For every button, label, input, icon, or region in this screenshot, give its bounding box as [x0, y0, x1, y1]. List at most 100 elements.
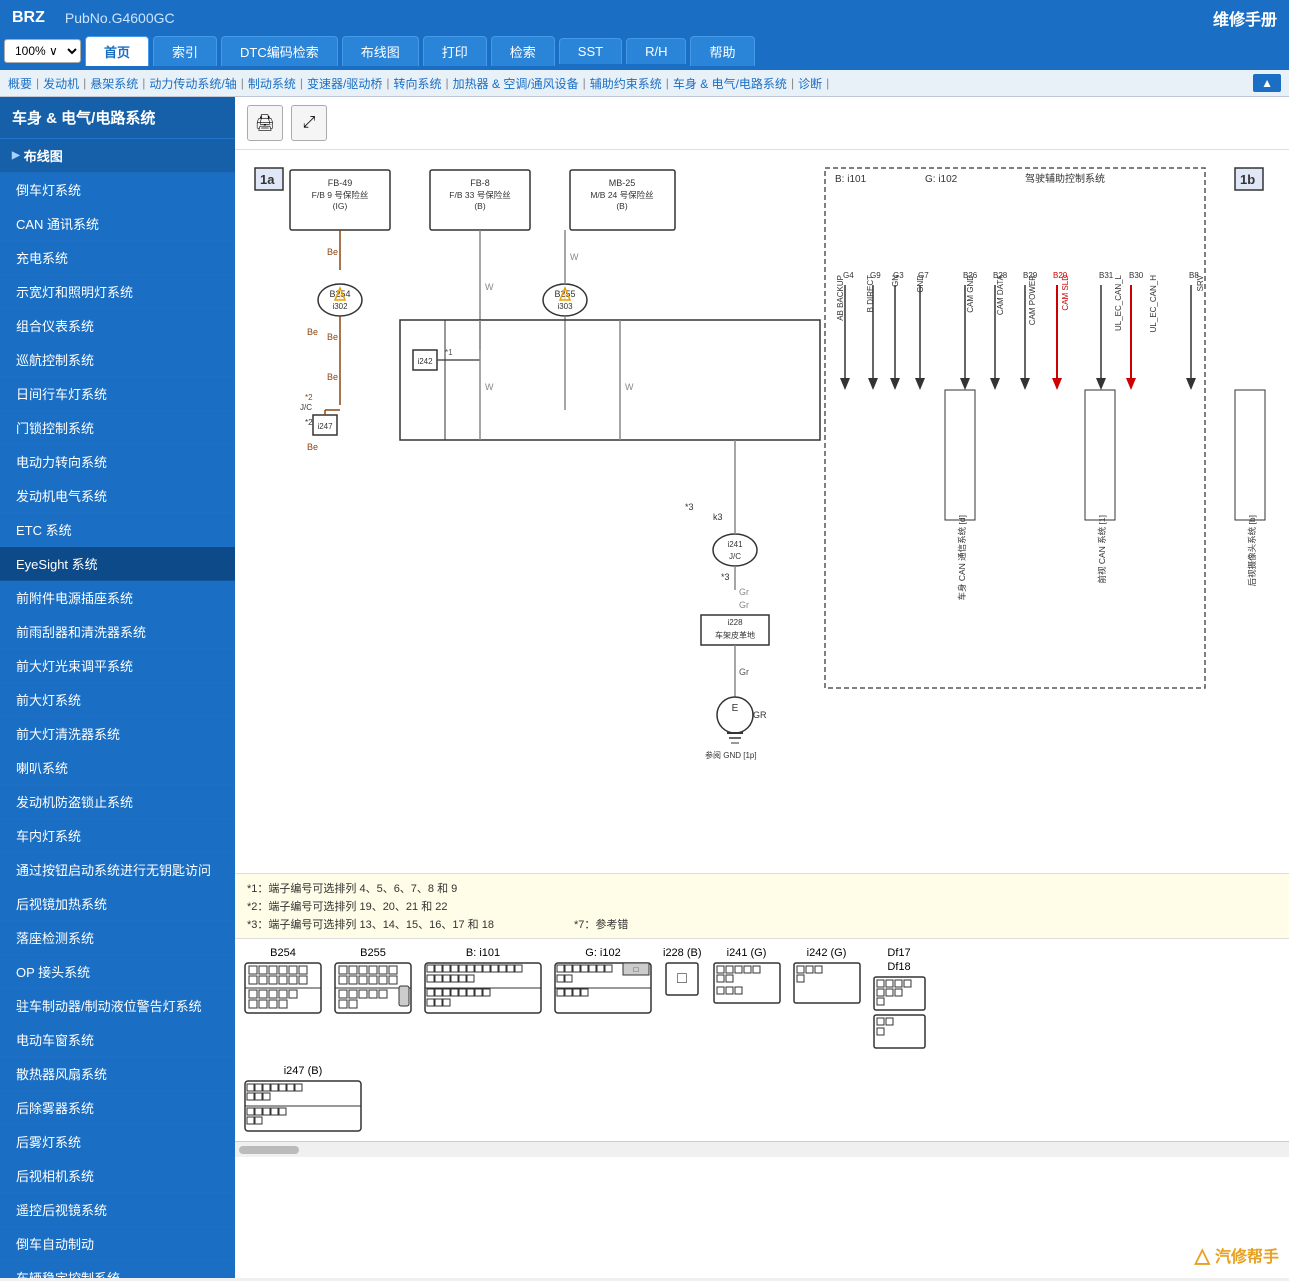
sidebar-item-op-connector[interactable]: OP 接头系统 [0, 955, 235, 989]
svg-text:CAM GND: CAM GND [966, 275, 975, 313]
svg-text:G9: G9 [870, 271, 881, 280]
breadcrumb-item[interactable]: 变速器/驱动桥 [307, 75, 382, 92]
zoom-select[interactable]: 100% ∨ 75% 125% 150% [4, 39, 81, 63]
diagram-area: 1a 1b FB-49 F/B 9 号保险丝 (IG) FB-8 F/B 33 … [235, 150, 1289, 873]
tab-index[interactable]: 索引 [153, 36, 217, 66]
svg-text:□: □ [677, 970, 687, 987]
svg-text:*2: *2 [305, 393, 313, 402]
tab-search[interactable]: 检索 [491, 36, 555, 66]
ground-label: 参阅 GND [1p] [705, 750, 757, 760]
svg-text:GR: GR [753, 710, 767, 720]
sidebar-item-can[interactable]: CAN 通讯系统 [0, 207, 235, 241]
breadcrumb-item[interactable]: 概要 [8, 75, 32, 92]
sidebar-item-daytime-light[interactable]: 日间行车灯系统 [0, 377, 235, 411]
sidebar-item-keyless[interactable]: 通过按钮启动系统进行无钥匙访问 [0, 853, 235, 887]
svg-text:W: W [625, 382, 634, 392]
tab-help[interactable]: 帮助 [690, 36, 754, 66]
tab-sst[interactable]: SST [559, 38, 622, 64]
sidebar-item-eyesight[interactable]: EyeSight 系统 [0, 547, 235, 581]
note-2: *2：端子编号可选排列 19、20、21 和 22 [247, 898, 1277, 914]
svg-text:Be: Be [307, 442, 318, 452]
svg-text:Be: Be [327, 332, 338, 342]
svg-text:UL_EC_CAN_L: UL_EC_CAN_L [1114, 274, 1123, 331]
svg-text:B31: B31 [1099, 271, 1114, 280]
sidebar-item-door-lock[interactable]: 门锁控制系统 [0, 411, 235, 445]
breadcrumb-item[interactable]: 诊断 [798, 75, 822, 92]
sidebar-item-eps[interactable]: 电动力转向系统 [0, 445, 235, 479]
sidebar-item-headlight[interactable]: 前大灯系统 [0, 683, 235, 717]
connector-i101-diagram: B: i101 [423, 947, 543, 1019]
breadcrumb-item[interactable]: 悬架系统 [90, 75, 138, 92]
top-bar: BRZ PubNo.G4600GC 维修手册 [0, 0, 1289, 36]
svg-text:W: W [570, 252, 579, 262]
sidebar-item-vsc[interactable]: 车辆稳定控制系统 [0, 1261, 235, 1278]
breadcrumb-item[interactable]: 辅助约束系统 [590, 75, 662, 92]
svg-text:*3: *3 [685, 502, 694, 512]
sidebar-item-wiper[interactable]: 前雨刮器和清洗器系统 [0, 615, 235, 649]
tab-rh[interactable]: R/H [626, 38, 686, 64]
scroll-top-btn[interactable]: ▲ [1253, 74, 1281, 92]
content-area: 🖨 ⤢ 1a 1b FB-49 F/B 9 号保险丝 (IG) FB-8 [235, 97, 1289, 1278]
sidebar-item-headlight-level[interactable]: 前大灯光束调平系统 [0, 649, 235, 683]
tab-wiring[interactable]: 布线图 [342, 36, 419, 66]
svg-text:(B): (B) [616, 201, 628, 211]
breadcrumb-item[interactable]: 加热器 & 空调/通风设备 [453, 75, 579, 92]
sidebar-item-rear-defogger[interactable]: 后除雾器系统 [0, 1091, 235, 1125]
breadcrumb: 概要| 发动机| 悬架系统| 动力传动系统/轴| 制动系统| 变速器/驱动桥| … [0, 70, 1289, 97]
svg-text:CAM POWER: CAM POWER [1028, 275, 1037, 325]
sidebar-item-combination-meter[interactable]: 组合仪表系统 [0, 309, 235, 343]
svg-text:Be: Be [307, 327, 318, 337]
fuse-mb25-label: MB-25 [609, 178, 636, 188]
sidebar-item-auto-brake[interactable]: 倒车自动制动 [0, 1227, 235, 1261]
sidebar-item-cruise[interactable]: 巡航控制系统 [0, 343, 235, 377]
svg-text:!: ! [564, 294, 566, 301]
main-area: 车身 & 电气/电路系统 布线图 倒车灯系统 CAN 通讯系统 充电系统 示宽灯… [0, 97, 1289, 1278]
sidebar: 车身 & 电气/电路系统 布线图 倒车灯系统 CAN 通讯系统 充电系统 示宽灯… [0, 97, 235, 1278]
breadcrumb-item[interactable]: 车身 & 电气/电路系统 [673, 75, 787, 92]
sidebar-item-engine-elec[interactable]: 发动机电气系统 [0, 479, 235, 513]
sidebar-item-charging[interactable]: 充电系统 [0, 241, 235, 275]
expand-button[interactable]: ⤢ [291, 105, 327, 141]
sidebar-item-horn[interactable]: 喇叭系统 [0, 751, 235, 785]
connector-i228-bottom-diagram: i228 (B) □ [663, 947, 702, 1000]
pin-labels-group: AB BACKUP B DIRECT GN GND CAM GND [836, 274, 1205, 332]
svg-text:车架皮革地: 车架皮革地 [715, 630, 755, 640]
sidebar-item-rear-fog[interactable]: 后雾灯系统 [0, 1125, 235, 1159]
sidebar-item-interior-light[interactable]: 车内灯系统 [0, 819, 235, 853]
sidebar-item-clearance-light[interactable]: 示宽灯和照明灯系统 [0, 275, 235, 309]
sidebar-item-etc[interactable]: ETC 系统 [0, 513, 235, 547]
breadcrumb-item[interactable]: 发动机 [43, 75, 79, 92]
fuse-fb49-label: FB-49 [328, 178, 353, 188]
breadcrumb-item[interactable]: 动力传动系统/轴 [149, 75, 236, 92]
print-button[interactable]: 🖨 [247, 105, 283, 141]
svg-text:W: W [485, 282, 494, 292]
svg-text:G4: G4 [843, 271, 854, 280]
watermark: △ 汽修帮手 [1195, 1243, 1279, 1268]
sidebar-item-backup-light[interactable]: 倒车灯系统 [0, 173, 235, 207]
svg-text:UL_EC_CAN_H: UL_EC_CAN_H [1149, 275, 1158, 333]
sidebar-item-parking-brake[interactable]: 驻车制动器/制动液位警告灯系统 [0, 989, 235, 1023]
sidebar-item-power-window[interactable]: 电动车窗系统 [0, 1023, 235, 1057]
horizontal-scrollbar[interactable] [235, 1141, 1289, 1157]
sidebar-item-front-acc-socket[interactable]: 前附件电源插座系统 [0, 581, 235, 615]
svg-text:(B): (B) [474, 201, 486, 211]
breadcrumb-item[interactable]: 制动系统 [248, 75, 296, 92]
connector-i247-label: i247 [317, 422, 333, 431]
sidebar-section-wiring[interactable]: 布线图 [0, 139, 235, 173]
svg-text:B28: B28 [993, 271, 1008, 280]
svg-text:F/B 9 号保险丝: F/B 9 号保险丝 [312, 190, 369, 200]
breadcrumb-item[interactable]: 转向系统 [394, 75, 442, 92]
sidebar-item-remote-mirror[interactable]: 遥控后视镜系统 [0, 1193, 235, 1227]
tab-home[interactable]: 首页 [85, 36, 149, 66]
sidebar-item-radiator-fan[interactable]: 散热器风扇系统 [0, 1057, 235, 1091]
sidebar-item-seat-detection[interactable]: 落座检测系统 [0, 921, 235, 955]
tab-print[interactable]: 打印 [423, 36, 487, 66]
sidebar-item-headlight-washer[interactable]: 前大灯清洗器系统 [0, 717, 235, 751]
sidebar-item-rear-camera[interactable]: 后视相机系统 [0, 1159, 235, 1193]
sidebar-item-mirror-heater[interactable]: 后视镜加热系统 [0, 887, 235, 921]
sidebar-item-immobilizer[interactable]: 发动机防盗锁止系统 [0, 785, 235, 819]
svg-text:G7: G7 [918, 271, 929, 280]
connector-i228-label: i228 [727, 618, 743, 627]
tab-dtc[interactable]: DTC编码检索 [221, 36, 338, 66]
svg-text:*3: *3 [721, 572, 730, 582]
